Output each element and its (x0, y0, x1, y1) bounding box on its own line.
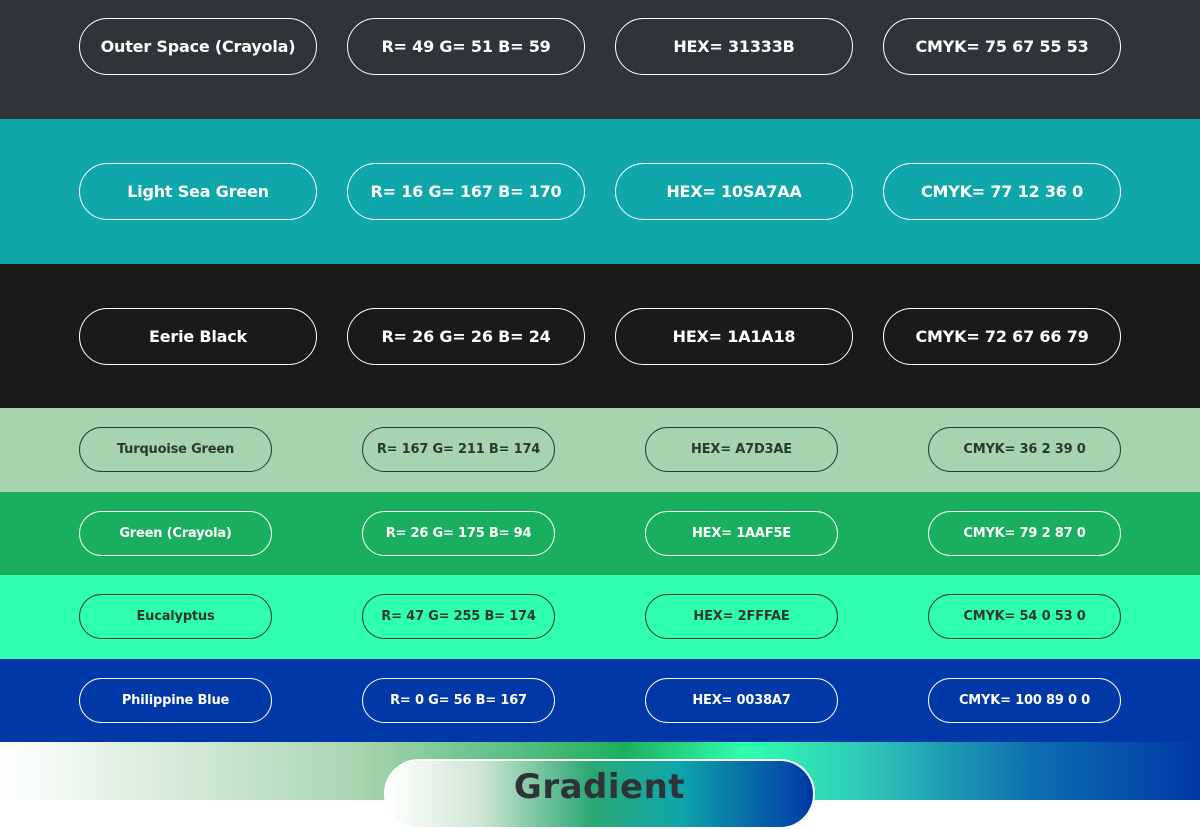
cmyk-value-pill: CMYK= 100 89 0 0 (928, 678, 1121, 723)
color-row-outer-space: Outer Space (Crayola) R= 49 G= 51 B= 59 … (0, 0, 1200, 119)
color-name-pill: Turquoise Green (79, 427, 272, 472)
gradient-title-pill: Gradient (384, 759, 815, 829)
rgb-value-pill: R= 167 G= 211 B= 174 (362, 427, 555, 472)
cmyk-value-pill: CMYK= 75 67 55 53 (883, 18, 1121, 75)
color-row-light-sea-green: Light Sea Green R= 16 G= 167 B= 170 HEX=… (0, 119, 1200, 264)
hex-value-pill: HEX= 31333B (615, 18, 853, 75)
gradient-band: Gradient (0, 742, 1200, 829)
hex-value-pill: HEX= 1A1A18 (615, 308, 853, 365)
color-name-pill: Green (Crayola) (79, 511, 272, 556)
rgb-value-pill: R= 26 G= 26 B= 24 (347, 308, 585, 365)
hex-value-pill: HEX= 2FFFAE (645, 594, 838, 639)
rgb-value-pill: R= 16 G= 167 B= 170 (347, 163, 585, 220)
rgb-value-pill: R= 49 G= 51 B= 59 (347, 18, 585, 75)
color-row-eerie-black: Eerie Black R= 26 G= 26 B= 24 HEX= 1A1A1… (0, 264, 1200, 408)
hex-value-pill: HEX= A7D3AE (645, 427, 838, 472)
cmyk-value-pill: CMYK= 36 2 39 0 (928, 427, 1121, 472)
color-row-philippine-blue: Philippine Blue R= 0 G= 56 B= 167 HEX= 0… (0, 659, 1200, 742)
cmyk-value-pill: CMYK= 54 0 53 0 (928, 594, 1121, 639)
color-row-turquoise-green: Turquoise Green R= 167 G= 211 B= 174 HEX… (0, 408, 1200, 492)
hex-value-pill: HEX= 1AAF5E (645, 511, 838, 556)
color-row-green-crayola: Green (Crayola) R= 26 G= 175 B= 94 HEX= … (0, 492, 1200, 575)
cmyk-value-pill: CMYK= 79 2 87 0 (928, 511, 1121, 556)
hex-value-pill: HEX= 10SA7AA (615, 163, 853, 220)
color-name-pill: Light Sea Green (79, 163, 317, 220)
cmyk-value-pill: CMYK= 72 67 66 79 (883, 308, 1121, 365)
color-name-pill: Eucalyptus (79, 594, 272, 639)
color-name-pill: Outer Space (Crayola) (79, 18, 317, 75)
gradient-title: Gradient (513, 767, 686, 807)
color-row-eucalyptus: Eucalyptus R= 47 G= 255 B= 174 HEX= 2FFF… (0, 575, 1200, 659)
color-name-pill: Eerie Black (79, 308, 317, 365)
rgb-value-pill: R= 47 G= 255 B= 174 (362, 594, 555, 639)
hex-value-pill: HEX= 0038A7 (645, 678, 838, 723)
cmyk-value-pill: CMYK= 77 12 36 0 (883, 163, 1121, 220)
rgb-value-pill: R= 26 G= 175 B= 94 (362, 511, 555, 556)
rgb-value-pill: R= 0 G= 56 B= 167 (362, 678, 555, 723)
color-name-pill: Philippine Blue (79, 678, 272, 723)
